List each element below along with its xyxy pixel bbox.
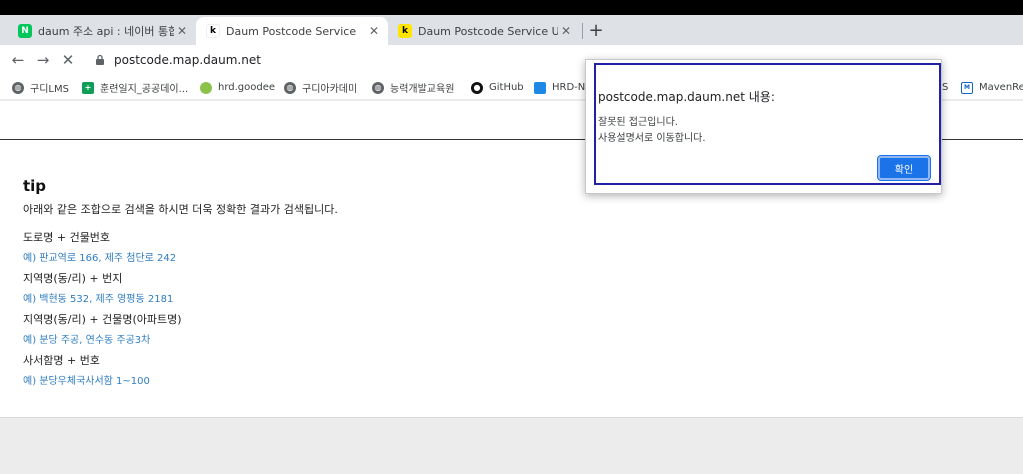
bookmark-label: 구디아카데미 (302, 84, 358, 95)
example-text: 예) 분당우체국사서함 1~100 (23, 376, 150, 387)
hrd-icon (534, 81, 546, 94)
globe-icon: ◍ (372, 81, 384, 94)
bookmark-label: S (942, 82, 949, 93)
bookmark-label: 훈련일지_공공데이... (100, 84, 189, 95)
address-bar[interactable]: postcode.map.daum.net (86, 48, 606, 72)
example-text: 예) 백현동 532, 제주 영평동 2181 (23, 294, 174, 305)
bookmark-hrd-goodee[interactable]: hrd.goodee (200, 79, 275, 96)
example-label: 지역명(동/리) + 번지 (23, 272, 123, 285)
forward-button[interactable]: → (32, 49, 54, 71)
bookmark-gudi-lms[interactable]: ◍ 구디LMS (12, 79, 69, 96)
bookmark-github[interactable]: ● GitHub (471, 79, 524, 96)
browser-window: N daum 주소 api : 네이버 통합검색 ✕ k Daum Postco… (0, 0, 1023, 474)
tab-naver-search[interactable]: N daum 주소 api : 네이버 통합검색 ✕ (8, 17, 196, 45)
example-label: 지역명(동/리) + 건물명(아파트명) (23, 313, 182, 326)
page-footer-area (0, 417, 1023, 474)
back-button[interactable]: ← (7, 49, 29, 71)
bookmark-label: 능력개발교육원 (390, 84, 455, 95)
tip-description: 아래와 같은 조합으로 검색을 하시면 더욱 정확한 결과가 검색됩니다. (23, 203, 338, 216)
kakao-icon: k (398, 24, 412, 38)
tab-postcode-user-guide[interactable]: k Daum Postcode Service User Gu ✕ (388, 17, 580, 45)
example-label: 도로명 + 건물번호 (23, 231, 111, 244)
close-icon[interactable]: ✕ (366, 24, 382, 38)
sheets-icon: + (82, 81, 94, 94)
bookmark-label: MavenRep (979, 82, 1023, 93)
lock-icon (94, 54, 106, 66)
new-tab-button[interactable]: + (584, 18, 608, 42)
url-text[interactable]: postcode.map.daum.net (114, 53, 261, 67)
bookmark-partial[interactable]: S (942, 79, 948, 96)
dialog-message: 사용설명서로 이동합니다. (598, 133, 706, 144)
example-label: 사서함명 + 번호 (23, 354, 100, 367)
title-strip (0, 0, 1023, 15)
kakao-icon: k (206, 24, 220, 38)
bookmark-hrd-net[interactable]: HRD-Ne (534, 79, 591, 96)
close-icon[interactable]: ✕ (558, 24, 574, 38)
bookmark-gudi-academy[interactable]: ◍ 구디아카데미 (284, 79, 357, 96)
bookmark-training-log[interactable]: + 훈련일지_공공데이... (82, 79, 188, 96)
stop-button[interactable]: ✕ (57, 49, 79, 71)
bookmark-maven[interactable]: M MavenRep (961, 79, 1023, 96)
tab-title: Daum Postcode Service (226, 24, 357, 38)
tip-title: tip (23, 177, 47, 195)
globe-icon: ◍ (12, 81, 24, 94)
tab-title: daum 주소 api : 네이버 통합검색 (38, 25, 174, 38)
tab-bar: N daum 주소 api : 네이버 통합검색 ✕ k Daum Postco… (0, 15, 1023, 45)
dialog-message: 잘못된 접근입니다. (598, 117, 678, 128)
dialog-title: postcode.map.daum.net 내용: (598, 90, 775, 104)
ok-button[interactable]: 확인 (877, 155, 931, 181)
bookmark-label: 구디LMS (30, 84, 69, 95)
example-text: 예) 판교역로 166, 제주 첨단로 242 (23, 253, 177, 264)
tab-daum-postcode[interactable]: k Daum Postcode Service ✕ (196, 17, 388, 45)
tab-title: Daum Postcode Service User Gu (418, 24, 558, 38)
maven-icon: M (961, 81, 973, 94)
globe-icon: ◍ (284, 81, 296, 94)
bookmark-label: hrd.goodee (218, 82, 276, 93)
github-icon: ● (471, 81, 483, 94)
tab-separator (582, 23, 583, 39)
close-icon[interactable]: ✕ (174, 24, 190, 38)
example-text: 예) 분당 주공, 연수동 주공3차 (23, 335, 151, 346)
bookmark-skill-center[interactable]: ◍ 능력개발교육원 (372, 79, 454, 96)
bookmark-label: GitHub (489, 82, 524, 93)
leaf-icon (200, 81, 212, 94)
naver-icon: N (18, 24, 32, 38)
